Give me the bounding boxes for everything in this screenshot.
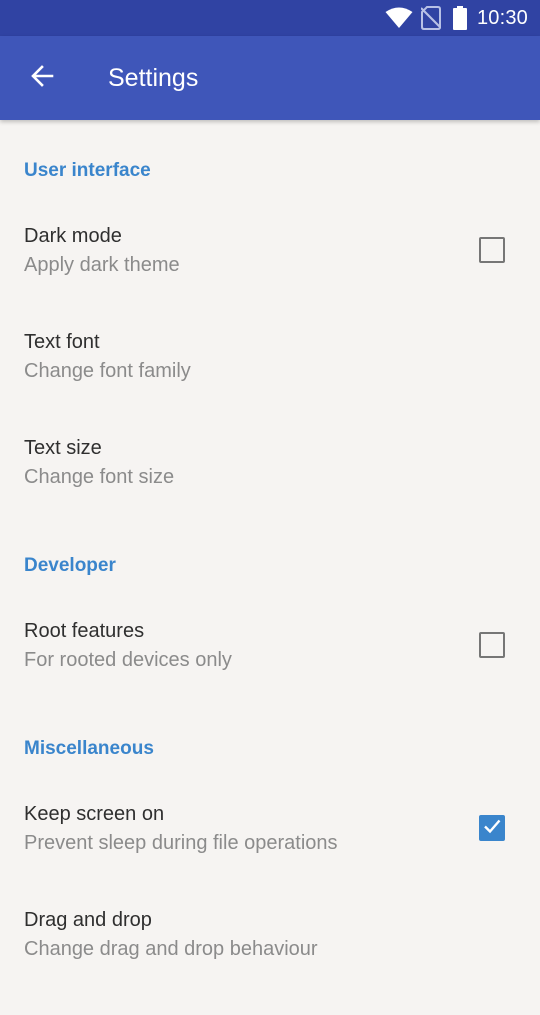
pref-title: Text font [24,331,100,353]
pref-title: Text size [24,437,102,459]
pref-keep-screen-on[interactable]: Keep screen on Prevent sleep during file… [0,803,540,909]
app-bar: Settings [0,36,540,120]
pref-text-font[interactable]: Text font Change font family [0,331,540,437]
status-bar: 10:30 [0,0,540,36]
status-icons: 10:30 [385,0,528,36]
section-header-user-interface: User interface [24,160,151,181]
status-time: 10:30 [476,6,528,29]
section-header-developer: Developer [24,555,116,576]
pref-summary: Apply dark theme [24,254,180,276]
battery-icon [452,6,467,30]
section-header-miscellaneous: Miscellaneous [24,738,154,759]
arrow-back-icon [30,64,54,93]
dark-mode-checkbox[interactable] [479,237,505,263]
root-features-checkbox[interactable] [479,632,505,658]
checkmark-icon [482,816,502,841]
keep-screen-on-checkbox[interactable] [479,815,505,841]
pref-summary: Prevent sleep during file operations [24,832,338,854]
back-button[interactable] [18,54,66,102]
pref-title: Dark mode [24,225,122,247]
wifi-icon [385,7,413,29]
pref-summary: Change font size [24,466,175,488]
pref-title: Root features [24,620,145,642]
pref-summary: For rooted devices only [24,649,232,671]
pref-drag-and-drop[interactable]: Drag and drop Change drag and drop behav… [0,909,540,1015]
page-title: Settings [108,64,199,92]
pref-title: Keep screen on [24,803,165,825]
no-sim-icon [420,6,441,30]
pref-summary: Change font family [24,360,191,382]
pref-summary: Change drag and drop behaviour [24,938,318,960]
pref-root-features[interactable]: Root features For rooted devices only [0,620,540,726]
pref-dark-mode[interactable]: Dark mode Apply dark theme [0,225,540,331]
pref-text-size[interactable]: Text size Change font size [0,437,540,543]
pref-title: Drag and drop [24,909,152,931]
